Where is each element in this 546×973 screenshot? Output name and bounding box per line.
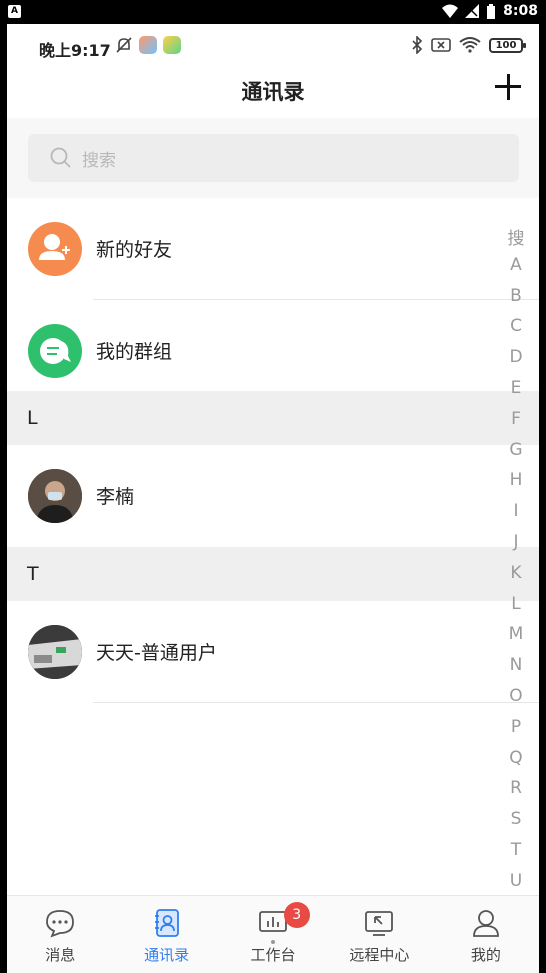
battery-icon	[487, 3, 496, 19]
alphabet-index[interactable]: 搜 A B C D E F G H I J K L M N O P Q R S …	[505, 224, 527, 902]
status-time: 晚上9:17	[39, 41, 111, 60]
tab-label: 远程中心	[349, 946, 410, 964]
section-header-t: T	[7, 547, 539, 601]
index-letter[interactable]: F	[505, 409, 527, 440]
index-letter[interactable]: H	[505, 470, 527, 501]
bottom-tab-bar: 消息 通讯录 3 工作台 远程中心 我的	[7, 895, 539, 973]
index-letter[interactable]: R	[505, 778, 527, 809]
system-status-bar: A 8:08	[0, 0, 546, 24]
tab-contacts[interactable]: 通讯录	[113, 896, 219, 973]
navigation-bar: 通讯录	[7, 68, 539, 118]
status-bar: 晚上9:17 100	[7, 24, 539, 68]
new-friends-item[interactable]: 新的好友	[7, 198, 539, 300]
search-input[interactable]: 搜索	[28, 134, 519, 182]
search-area: 搜索	[7, 118, 539, 198]
tab-remote-center[interactable]: 远程中心	[326, 896, 432, 973]
index-letter[interactable]: Q	[505, 748, 527, 779]
index-letter[interactable]: 搜	[505, 224, 527, 255]
tab-workbench[interactable]: 3 工作台	[220, 896, 326, 973]
signal-icon	[465, 4, 480, 18]
mute-bell-icon	[116, 37, 132, 53]
contact-name: 天天-普通用户	[96, 642, 217, 664]
wifi-status-icon	[459, 37, 481, 53]
contacts-icon	[154, 909, 179, 937]
page-title: 通讯录	[241, 80, 305, 104]
section-header-l: L	[7, 391, 539, 445]
index-letter[interactable]: N	[505, 655, 527, 686]
index-letter[interactable]: E	[505, 378, 527, 409]
search-icon	[50, 147, 71, 168]
index-letter[interactable]: G	[505, 440, 527, 471]
game-app-icon	[139, 36, 157, 54]
index-letter[interactable]: M	[505, 624, 527, 655]
notification-badge: 3	[283, 902, 310, 928]
index-letter[interactable]: B	[505, 286, 527, 317]
my-groups-label: 我的群组	[96, 341, 173, 363]
phone-screen: 晚上9:17 100 通讯录 搜索 新的好友 我的群组 L 李楠 T 天天-普通…	[7, 24, 539, 973]
index-letter[interactable]: A	[505, 255, 527, 286]
no-sim-icon	[431, 38, 451, 52]
profile-icon	[472, 910, 499, 937]
index-letter[interactable]: T	[505, 840, 527, 871]
avatar	[28, 625, 82, 679]
contact-item[interactable]: 天天-普通用户	[7, 601, 539, 703]
contact-name: 李楠	[96, 486, 135, 508]
index-letter[interactable]: P	[505, 717, 527, 748]
tab-label: 我的	[470, 946, 501, 964]
tab-messages[interactable]: 消息	[7, 896, 113, 973]
system-status-icons: 8:08	[442, 3, 538, 19]
tab-profile[interactable]: 我的	[433, 896, 539, 973]
tab-label: 工作台	[250, 946, 296, 964]
remote-icon	[365, 911, 394, 936]
new-friends-label: 新的好友	[96, 239, 173, 261]
wifi-icon	[442, 4, 459, 18]
battery-indicator: 100	[489, 37, 526, 53]
section-letter: T	[27, 563, 39, 585]
search-placeholder: 搜索	[82, 150, 116, 171]
add-icon[interactable]	[495, 74, 521, 100]
group-chat-icon	[28, 324, 82, 378]
index-letter[interactable]: I	[505, 501, 527, 532]
bluetooth-icon	[412, 36, 423, 54]
index-letter[interactable]: J	[505, 532, 527, 563]
my-groups-item[interactable]: 我的群组	[7, 300, 539, 402]
tab-label: 消息	[45, 946, 76, 964]
section-letter: L	[27, 407, 38, 429]
system-time: 8:08	[503, 3, 538, 19]
index-letter[interactable]: L	[505, 594, 527, 625]
index-letter[interactable]: K	[505, 563, 527, 594]
tab-label: 通讯录	[144, 946, 190, 964]
index-letter[interactable]: S	[505, 809, 527, 840]
index-letter[interactable]: C	[505, 316, 527, 347]
add-friend-icon	[28, 222, 82, 276]
notification-a-icon: A	[8, 5, 21, 18]
game-app-icon-2	[163, 36, 181, 54]
avatar	[28, 469, 82, 523]
index-letter[interactable]: O	[505, 686, 527, 717]
message-icon	[46, 910, 75, 938]
contact-item[interactable]: 李楠	[7, 445, 539, 547]
index-letter[interactable]: D	[505, 347, 527, 378]
